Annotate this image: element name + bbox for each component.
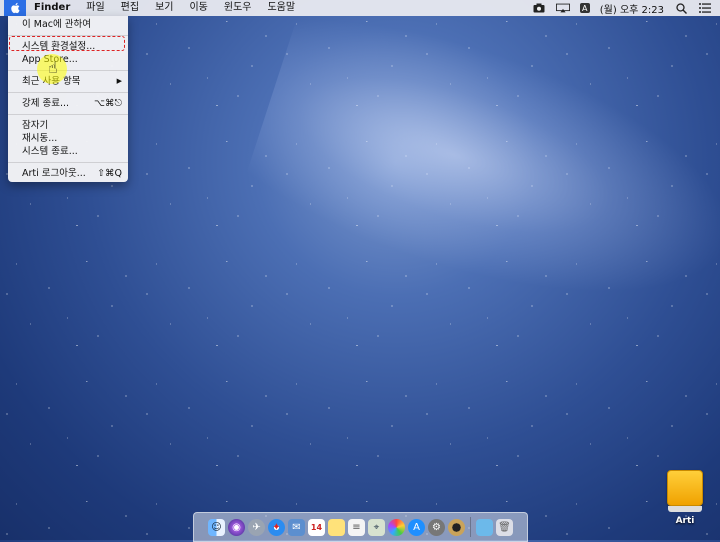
siri-icon[interactable]: ◉ <box>228 518 245 536</box>
menu-finder[interactable]: Finder <box>26 0 78 16</box>
notes-icon[interactable] <box>328 518 345 536</box>
hand-cursor-icon: ☝ <box>48 58 58 77</box>
menu-file[interactable]: 파일 <box>78 0 112 16</box>
menu-item-restart[interactable]: 재시동... <box>8 132 128 145</box>
disk-label: Arti <box>675 516 695 526</box>
menu-separator <box>8 162 128 163</box>
apple-logo-icon <box>11 2 20 14</box>
menu-separator <box>8 92 128 93</box>
desktop-disk-icon[interactable]: Arti <box>666 470 704 526</box>
shortcut-label: ⌥⌘⎋ <box>94 98 122 109</box>
menu-item-logout[interactable]: Arti 로그아웃... ⇧⌘Q <box>8 167 128 180</box>
shortcut-label: ⇧⌘Q <box>97 168 122 179</box>
hard-drive-base <box>668 506 702 512</box>
finder-icon[interactable]: ☺ <box>208 518 225 536</box>
photos-icon[interactable] <box>388 518 405 536</box>
notification-center-icon[interactable] <box>698 3 712 13</box>
input-source-icon[interactable]: A <box>579 3 590 13</box>
dock-separator <box>470 517 471 537</box>
unknown-app-icon[interactable] <box>448 518 465 536</box>
submenu-arrow-icon: ▶ <box>116 77 122 85</box>
menu-item-sleep[interactable]: 잠자기 <box>8 119 128 132</box>
launchpad-icon[interactable]: ✈ <box>248 518 265 536</box>
airplay-display-icon[interactable] <box>555 3 570 13</box>
reminders-icon[interactable]: ≡ <box>348 518 365 536</box>
milky-way <box>237 0 720 349</box>
menu-help[interactable]: 도움말 <box>259 0 303 16</box>
menu-bar: Finder 파일 편집 보기 이동 윈도우 도움말 A (월) 오후 2:23 <box>0 0 720 16</box>
menu-go[interactable]: 이동 <box>181 0 215 16</box>
spotlight-search-icon[interactable] <box>674 2 688 14</box>
menu-edit[interactable]: 편집 <box>113 0 147 16</box>
annotation-highlight-box <box>9 36 125 51</box>
status-area: A (월) 오후 2:23 <box>532 0 720 16</box>
clock[interactable]: (월) 오후 2:23 <box>600 1 664 16</box>
camera-icon[interactable] <box>532 3 546 13</box>
trash-icon[interactable]: 🗑 <box>496 518 513 536</box>
maps-icon[interactable]: ⌖ <box>368 518 385 536</box>
system-preferences-icon[interactable]: ⚙ <box>428 518 445 536</box>
safari-icon[interactable]: ✦ <box>268 518 285 536</box>
menu-view[interactable]: 보기 <box>147 0 181 16</box>
menu-item-recent-items[interactable]: 최근 사용 항목▶ <box>8 75 128 88</box>
menu-window[interactable]: 윈도우 <box>216 0 260 16</box>
mail-icon[interactable]: ✉ <box>288 518 305 536</box>
calendar-icon[interactable]: 14 <box>308 518 325 536</box>
hard-drive-icon <box>667 470 703 506</box>
downloads-folder-icon[interactable] <box>476 518 493 536</box>
menu-item-app-store[interactable]: App Store... <box>8 53 128 66</box>
menu-item-about-this-mac[interactable]: 이 Mac에 관하여 <box>8 18 128 31</box>
apple-menu-icon[interactable] <box>4 0 26 16</box>
dock: ☺ ◉ ✈ ✦ ✉ 14 ≡ ⌖ A ⚙ 🗑 <box>193 512 528 542</box>
menu-separator <box>8 114 128 115</box>
menu-item-force-quit[interactable]: 강제 종료... ⌥⌘⎋ <box>8 97 128 110</box>
menu-item-shutdown[interactable]: 시스템 종료... <box>8 145 128 158</box>
app-store-icon[interactable]: A <box>408 518 425 536</box>
menu-separator <box>8 70 128 71</box>
